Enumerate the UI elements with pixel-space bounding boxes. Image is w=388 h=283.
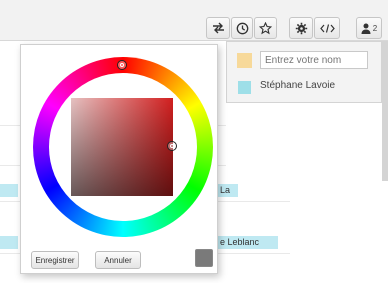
code-button[interactable] [314, 17, 340, 39]
toolbar: 2 [0, 0, 388, 41]
gear-icon [295, 22, 308, 35]
saturation-value-square[interactable] [71, 98, 173, 196]
scrollbar[interactable] [382, 41, 388, 181]
highlighted-text [0, 184, 18, 197]
settings-button[interactable] [289, 17, 313, 39]
highlighted-text [0, 236, 18, 249]
color-marker-center [170, 144, 174, 148]
highlighted-text: La [218, 184, 238, 197]
user-name: Stéphane Lavoie [260, 80, 336, 91]
color-picker-dialog: Enregistrer Annuler [20, 44, 218, 274]
history-button[interactable] [231, 17, 253, 39]
code-icon [319, 23, 335, 34]
hue-marker[interactable] [117, 60, 127, 70]
cancel-button[interactable]: Annuler [95, 251, 141, 269]
name-input[interactable] [260, 51, 368, 69]
selected-color-preview [195, 249, 213, 267]
user-color-swatch [238, 81, 251, 94]
user-icon [361, 23, 371, 34]
users-button[interactable]: 2 [356, 17, 382, 39]
own-color-swatch[interactable] [237, 53, 252, 68]
user-count-badge: 2 [372, 23, 378, 33]
save-button[interactable]: Enregistrer [31, 251, 79, 269]
color-marker[interactable] [167, 141, 177, 151]
star-icon [259, 21, 272, 35]
favorite-button[interactable] [254, 17, 277, 39]
hue-marker-center [120, 63, 124, 67]
highlighted-text: e Leblanc [218, 236, 278, 249]
swap-button[interactable] [206, 17, 230, 39]
clock-icon [236, 22, 249, 35]
swap-arrows-icon [212, 22, 225, 34]
users-panel: Stéphane Lavoie [226, 41, 382, 103]
